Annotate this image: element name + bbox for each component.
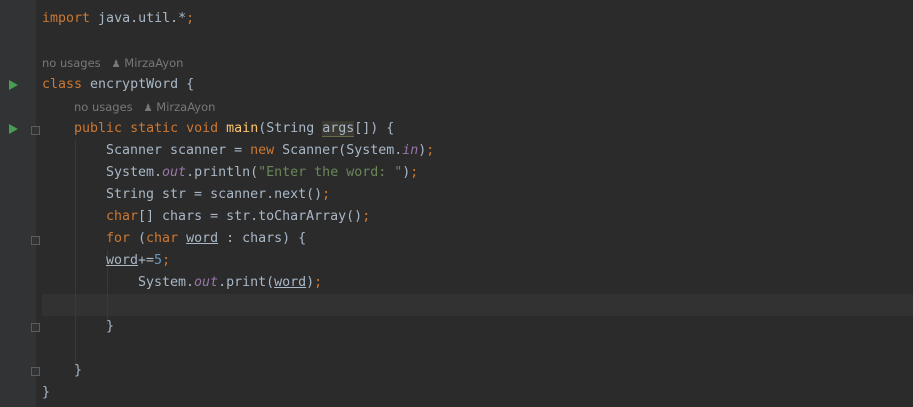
author-text: MirzaAyon bbox=[124, 56, 184, 70]
fold-for-icon[interactable] bbox=[31, 236, 40, 245]
semicolon: ; bbox=[426, 143, 435, 158]
variable-name: word bbox=[106, 253, 139, 268]
keyword: char bbox=[106, 209, 139, 224]
run-main-icon[interactable] bbox=[9, 124, 18, 134]
variable-name: word bbox=[274, 275, 307, 290]
fold-end-main-icon[interactable] bbox=[31, 367, 40, 376]
semicolon: ; bbox=[410, 165, 419, 180]
param-name: args bbox=[322, 121, 355, 137]
fold-main-icon[interactable] bbox=[31, 126, 40, 135]
code-text: .print( bbox=[218, 275, 275, 290]
code-editor[interactable]: import java.util.*; no usages ♟ MirzaAyo… bbox=[42, 0, 913, 407]
code-text: .println( bbox=[186, 165, 259, 180]
usages-text: no usages bbox=[42, 56, 101, 70]
semicolon: ; bbox=[322, 187, 331, 202]
number-literal: 5 bbox=[154, 253, 163, 268]
code-line-close-main: } bbox=[74, 360, 913, 382]
code-line-scanner: Scanner scanner = new Scanner(System.in)… bbox=[106, 140, 913, 162]
code-line-println: System.out.println("Enter the word: "); bbox=[106, 162, 913, 184]
code-line-str: String str = scanner.next(); bbox=[106, 184, 913, 206]
main-usage-hint[interactable]: no usages ♟ MirzaAyon bbox=[74, 96, 215, 118]
user-icon: ♟ bbox=[143, 103, 153, 114]
keyword: import bbox=[42, 11, 91, 26]
closing-brace: } bbox=[106, 319, 115, 334]
code-text: encryptWord { bbox=[82, 77, 195, 92]
class-usage-hint[interactable]: no usages ♟ MirzaAyon bbox=[42, 52, 183, 74]
code-text: ) bbox=[306, 275, 315, 290]
code-text: System. bbox=[138, 275, 195, 290]
string-literal: "Enter the word: " bbox=[258, 165, 403, 180]
code-line-import: import java.util.*; bbox=[42, 8, 913, 30]
run-class-icon[interactable] bbox=[9, 80, 18, 90]
code-text: java.util.* bbox=[90, 11, 187, 26]
keyword: static bbox=[130, 121, 179, 136]
code-line-print: System.out.print(word); bbox=[138, 272, 913, 294]
code-text: Scanner(System. bbox=[274, 143, 403, 158]
closing-brace: } bbox=[42, 385, 51, 400]
fold-end-for-icon[interactable] bbox=[31, 323, 40, 332]
code-text: : chars) { bbox=[218, 231, 307, 246]
code-text: []) { bbox=[354, 121, 395, 136]
keyword: class bbox=[42, 77, 83, 92]
code-line-increment: word+=5; bbox=[106, 250, 913, 272]
code-line-main: public static void main(String args[]) { bbox=[74, 118, 913, 140]
editor-gutter bbox=[0, 0, 36, 407]
usages-text: no usages bbox=[74, 100, 133, 114]
code-line-chars: char[] chars = str.toCharArray(); bbox=[106, 206, 913, 228]
keyword: new bbox=[250, 143, 275, 158]
code-line-close-for: } bbox=[106, 316, 913, 338]
keyword: char bbox=[146, 231, 179, 246]
keyword: for bbox=[106, 231, 131, 246]
semicolon: ; bbox=[362, 209, 371, 224]
static-field: in bbox=[402, 143, 419, 158]
semicolon: ; bbox=[186, 11, 195, 26]
code-text: String str = scanner.next() bbox=[106, 187, 323, 202]
variable-name: word bbox=[186, 231, 219, 246]
semicolon: ; bbox=[162, 253, 171, 268]
author-text: MirzaAyon bbox=[156, 100, 216, 114]
code-text: ( bbox=[130, 231, 147, 246]
code-line-class: class encryptWord { bbox=[42, 74, 913, 96]
user-icon: ♟ bbox=[111, 59, 121, 70]
code-line-close-class: } bbox=[42, 382, 913, 404]
operator: += bbox=[138, 253, 155, 268]
code-text: System. bbox=[106, 165, 163, 180]
keyword: public bbox=[74, 121, 123, 136]
semicolon: ; bbox=[314, 275, 323, 290]
static-field: out bbox=[162, 165, 187, 180]
code-line-for: for (char word : chars) { bbox=[106, 228, 913, 250]
code-text: [] chars = str.toCharArray() bbox=[138, 209, 363, 224]
code-text: (String bbox=[258, 121, 323, 136]
code-text: Scanner scanner = bbox=[106, 143, 251, 158]
closing-brace: } bbox=[74, 363, 83, 378]
keyword: void bbox=[186, 121, 219, 136]
static-field: out bbox=[194, 275, 219, 290]
method-name: main bbox=[226, 121, 259, 136]
